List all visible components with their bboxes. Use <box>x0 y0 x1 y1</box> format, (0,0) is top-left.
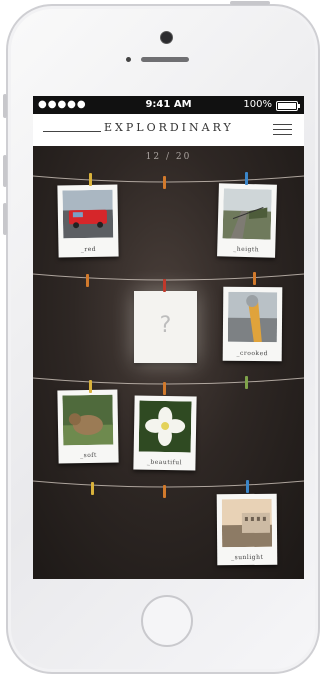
photo-caption: _heigth <box>233 245 260 254</box>
mystery-card[interactable]: ? <box>134 291 197 363</box>
pole-photo-icon <box>227 291 278 343</box>
clothespin <box>91 482 94 495</box>
photo-card-crooked[interactable]: _crooked <box>222 286 283 362</box>
proximity-sensor <box>126 57 131 62</box>
clothespin <box>245 376 248 389</box>
status-bar: ●●●●● 9:41 AM 100% <box>33 96 304 114</box>
flower-photo-icon <box>138 400 192 453</box>
stairs-photo-icon <box>222 188 272 240</box>
app-title: EXPLORDINARY <box>104 121 234 134</box>
screen: ●●●●● 9:41 AM 100% EXPLORDINARY 12 / 20 <box>33 96 304 579</box>
clothespin <box>86 274 89 287</box>
clothespin <box>253 272 256 285</box>
clothespin <box>163 382 166 395</box>
clothespin <box>246 480 249 493</box>
clothespin <box>163 279 166 292</box>
battery-icon <box>276 101 300 111</box>
sleep-button <box>230 1 270 5</box>
photo-card-beautiful[interactable]: _beautiful <box>133 395 197 471</box>
dog-photo-icon <box>62 394 114 446</box>
clothespin <box>89 173 92 186</box>
photo-card-red[interactable]: _red <box>57 184 119 258</box>
clothespin <box>245 172 248 185</box>
question-mark-icon: ? <box>159 313 172 338</box>
clothespin <box>163 176 166 189</box>
photo-caption: _sunlight <box>231 553 264 562</box>
photo-caption: _crooked <box>236 349 269 358</box>
clothespin <box>89 380 92 393</box>
photo-card-sunlight[interactable]: _sunlight <box>216 493 278 566</box>
home-button[interactable] <box>141 595 193 647</box>
battery-percent: 100% <box>243 99 272 110</box>
volume-up-button <box>3 155 7 187</box>
photo-caption: _beautiful <box>146 458 183 467</box>
header-rule <box>43 131 101 132</box>
mute-switch <box>3 94 7 118</box>
red-bus-photo-icon <box>62 189 114 239</box>
photo-card-soft[interactable]: _soft <box>57 389 119 464</box>
building-photo-icon <box>221 498 273 548</box>
photo-caption: _red <box>80 245 97 254</box>
photo-caption: _soft <box>80 451 97 460</box>
hamburger-menu-icon[interactable] <box>273 123 292 137</box>
clothespin <box>163 485 166 498</box>
app-header: EXPLORDINARY <box>33 114 304 146</box>
photo-card-heigth[interactable]: _heigth <box>217 183 277 258</box>
volume-down-button <box>3 203 7 235</box>
clothesline-board: 12 / 20 _red _heigth ? _crooked _soft _b… <box>33 146 304 579</box>
earpiece-speaker <box>141 57 189 62</box>
front-camera <box>160 31 173 44</box>
